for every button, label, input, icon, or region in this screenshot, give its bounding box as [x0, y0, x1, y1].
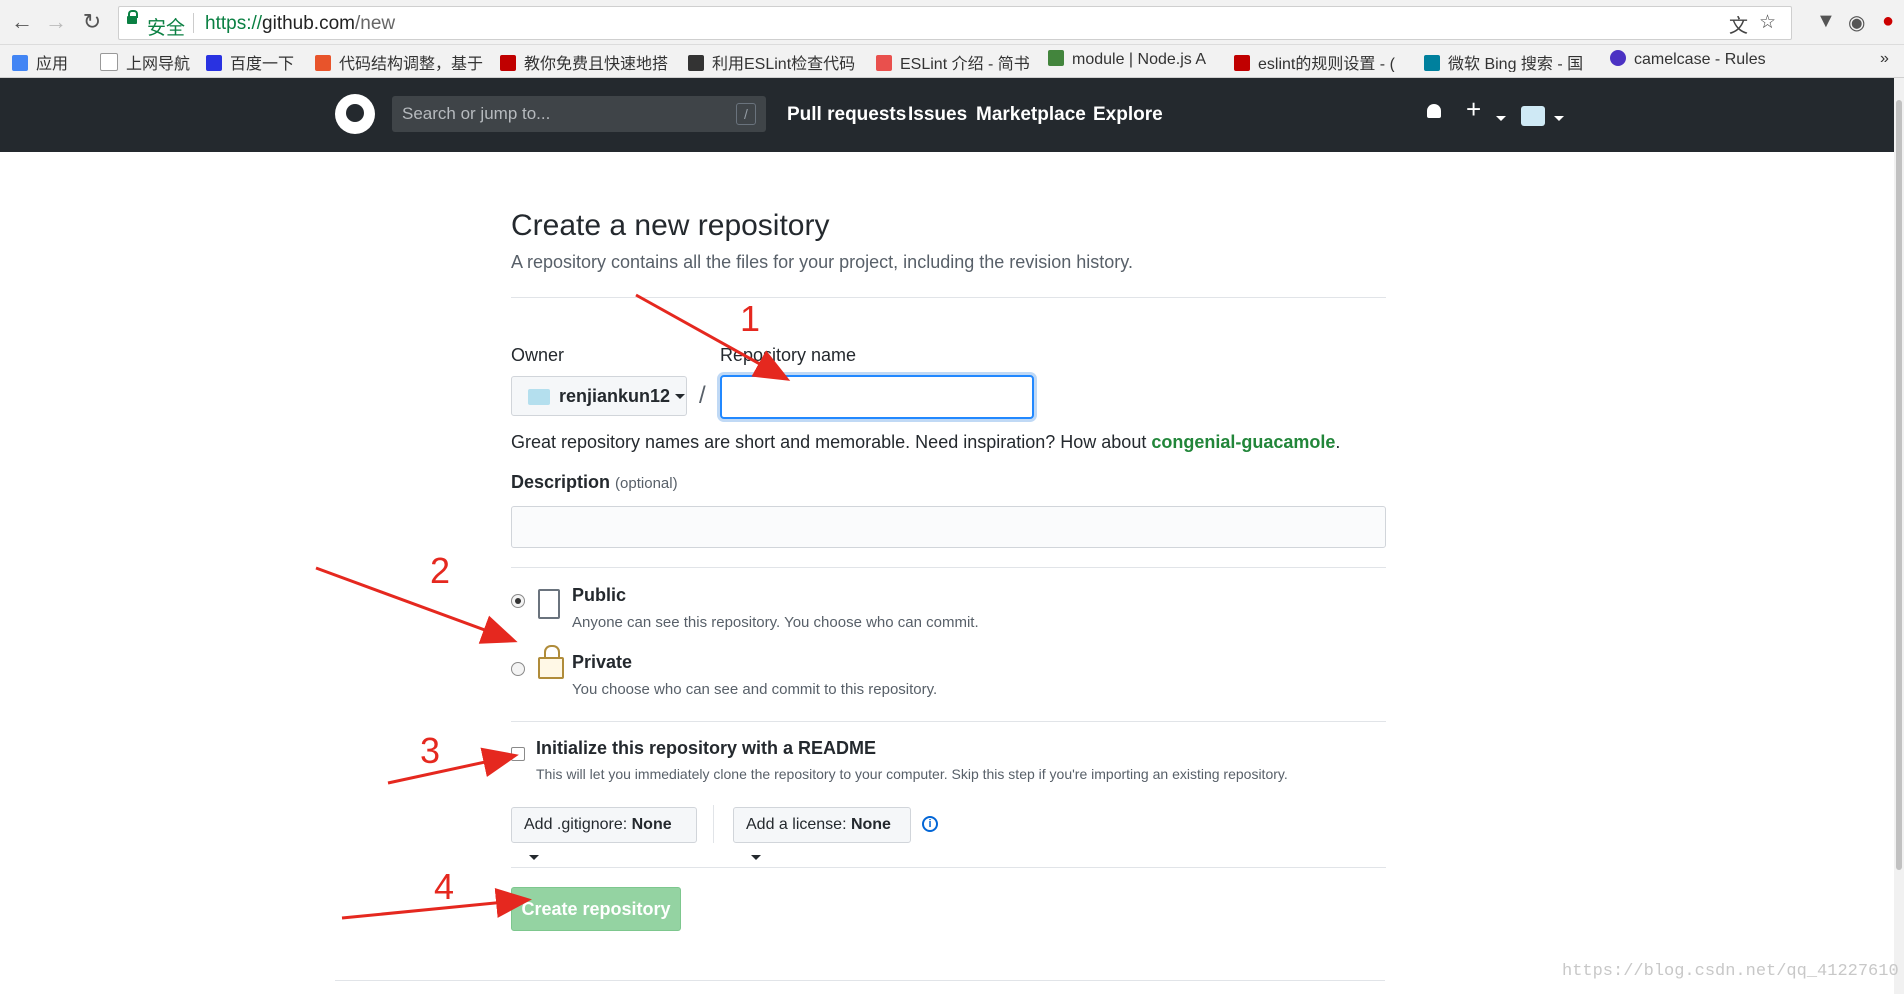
annotation-arrows	[315, 293, 791, 920]
scrollbar-thumb[interactable]	[1896, 100, 1902, 870]
annotation-number: 1	[740, 298, 761, 339]
annotation-arrow	[387, 747, 519, 785]
annotation-number: 2	[430, 550, 451, 591]
watermark: https://blog.csdn.net/qq_41227610	[1562, 962, 1899, 981]
annotation-arrow	[315, 566, 518, 644]
annotation-number: 4	[434, 866, 455, 907]
annotation-number: 3	[420, 730, 441, 771]
annotation-arrow	[635, 293, 791, 381]
